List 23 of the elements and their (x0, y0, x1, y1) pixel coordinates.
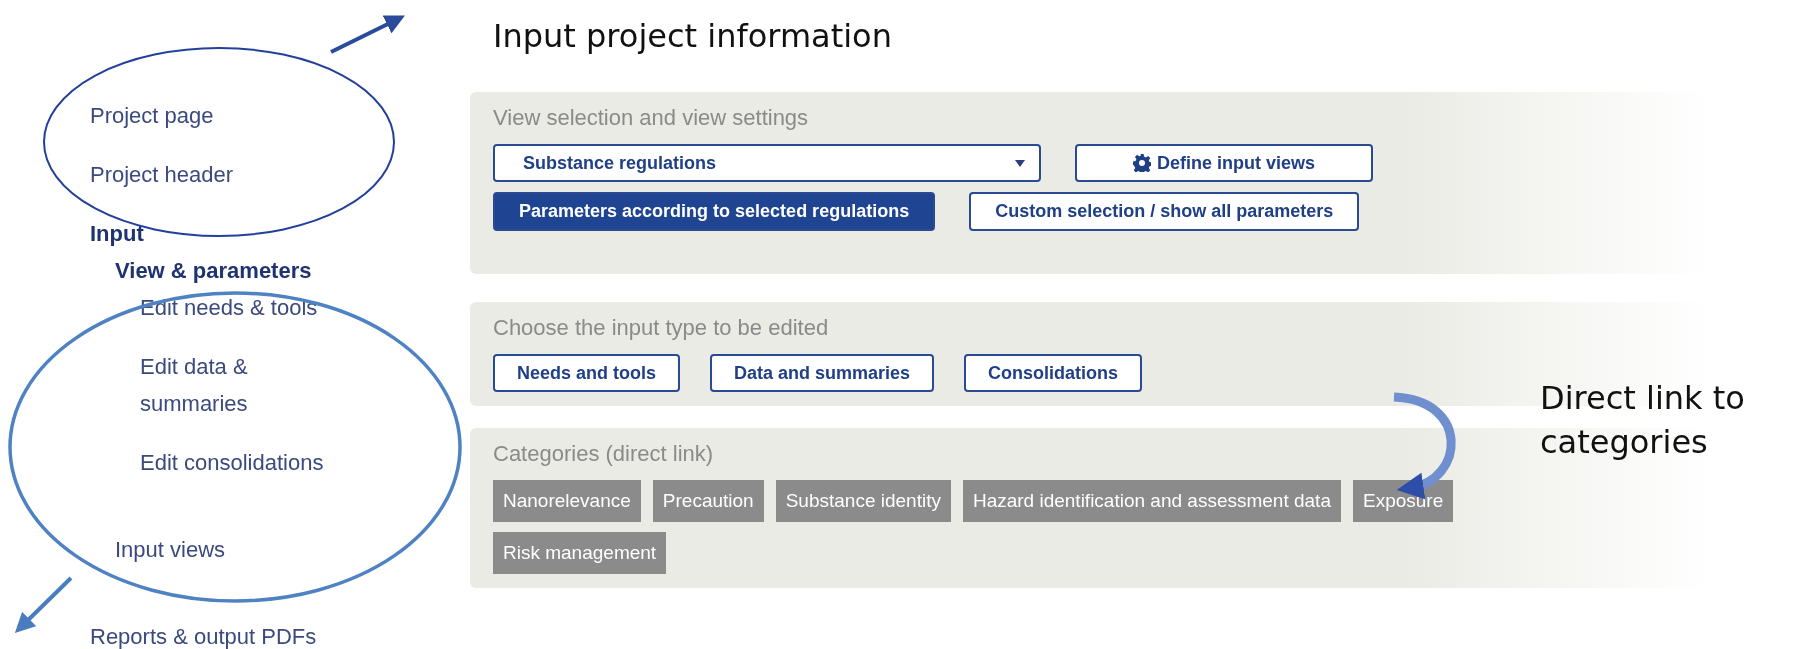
caret-icon (1015, 159, 1025, 167)
arrow (14, 576, 73, 633)
panel-title: View selection and view settings (493, 104, 809, 132)
view-mode-button[interactable]: Parameters according to selected regulations (493, 192, 936, 231)
define-views-button[interactable]: Define input views (1075, 144, 1373, 182)
regulation-dropdown[interactable]: Substance regulations (493, 144, 1041, 182)
sidebar-item[interactable]: Edit consolidations (140, 444, 324, 481)
sidebar-item[interactable]: Reports & output PDFs (90, 618, 317, 649)
gear-icon (1133, 154, 1151, 172)
sidebar-item[interactable]: Project page (90, 97, 214, 134)
sidebar-item[interactable]: Project header (90, 156, 234, 193)
input-type-button[interactable]: Needs and tools (493, 354, 681, 392)
callout-text: Input project information (493, 16, 892, 57)
callout-text: Direct link to categories (1540, 378, 1746, 463)
sidebar-item[interactable]: Input views (115, 531, 226, 568)
view-mode-button[interactable]: Custom selection / show all parameters (969, 192, 1360, 231)
panel-title: Choose the input type to be edited (493, 314, 829, 342)
sidebar-item[interactable]: Edit data & summaries (140, 348, 248, 422)
sidebar-item[interactable]: Input (90, 215, 144, 252)
sidebar-item[interactable]: View & parameters (115, 252, 312, 289)
panel-title: Categories (direct link) (493, 440, 714, 468)
input-type-button[interactable]: Consolidations (964, 354, 1143, 392)
input-type-button[interactable]: Data and summaries (710, 354, 935, 392)
